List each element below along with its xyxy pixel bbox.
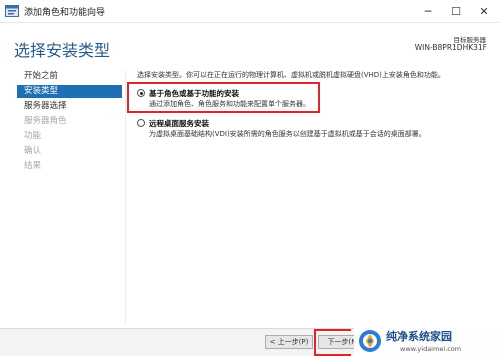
wizard-header: 选择安装类型 目标服务器 WIN-B8PR1DHK31F	[0, 23, 500, 65]
close-button[interactable]: ✕	[470, 0, 498, 23]
maximize-icon: ☐	[451, 5, 461, 18]
target-server-name: WIN-B8PR1DHK31F	[414, 43, 487, 52]
option-remote-desktop-title: 远程桌面服务安装	[149, 119, 209, 128]
close-icon: ✕	[479, 5, 489, 18]
watermark-logo-icon	[359, 330, 381, 352]
highlight-annotation	[127, 82, 320, 113]
next-highlight-annotation	[314, 329, 351, 356]
maximize-button[interactable]: ☐	[442, 0, 470, 23]
previous-button[interactable]: < 上一步(P)	[265, 335, 313, 349]
nav-item-features: 功能	[24, 131, 42, 141]
title-bar: 添加角色和功能向导 ─ ☐ ✕	[0, 0, 500, 23]
option-remote-desktop-description: 为虚拟桌面基础结构(VDI)安装所需的角色服务以创建基于虚拟机或基于会话的桌面部…	[149, 130, 426, 138]
wizard-app-icon	[5, 5, 19, 17]
intro-text: 选择安装类型。你可以在正在运行的物理计算机、虚拟机或脱机虚拟硬盘(VHD)上安装…	[137, 71, 445, 79]
nav-item-before-you-begin[interactable]: 开始之前	[17, 70, 122, 83]
nav-item-server-selection[interactable]: 服务器选择	[17, 100, 122, 113]
minimize-icon: ─	[424, 5, 432, 18]
nav-item-results: 结果	[24, 161, 42, 171]
watermark-url: www.yidaimei.com	[400, 345, 462, 353]
watermark: 纯净系统家园 www.yidaimei.com	[354, 325, 500, 356]
nav-item-server-roles: 服务器角色	[24, 116, 67, 126]
radio-remote-desktop[interactable]	[137, 119, 145, 127]
window-title: 添加角色和功能向导	[24, 8, 106, 18]
watermark-title: 纯净系统家园	[386, 330, 452, 343]
page-title: 选择安装类型	[14, 41, 111, 60]
nav-item-installation-type[interactable]: 安装类型	[17, 85, 122, 98]
minimize-button[interactable]: ─	[414, 0, 442, 23]
nav-divider	[125, 70, 126, 325]
nav-item-confirmation: 确认	[24, 146, 42, 156]
